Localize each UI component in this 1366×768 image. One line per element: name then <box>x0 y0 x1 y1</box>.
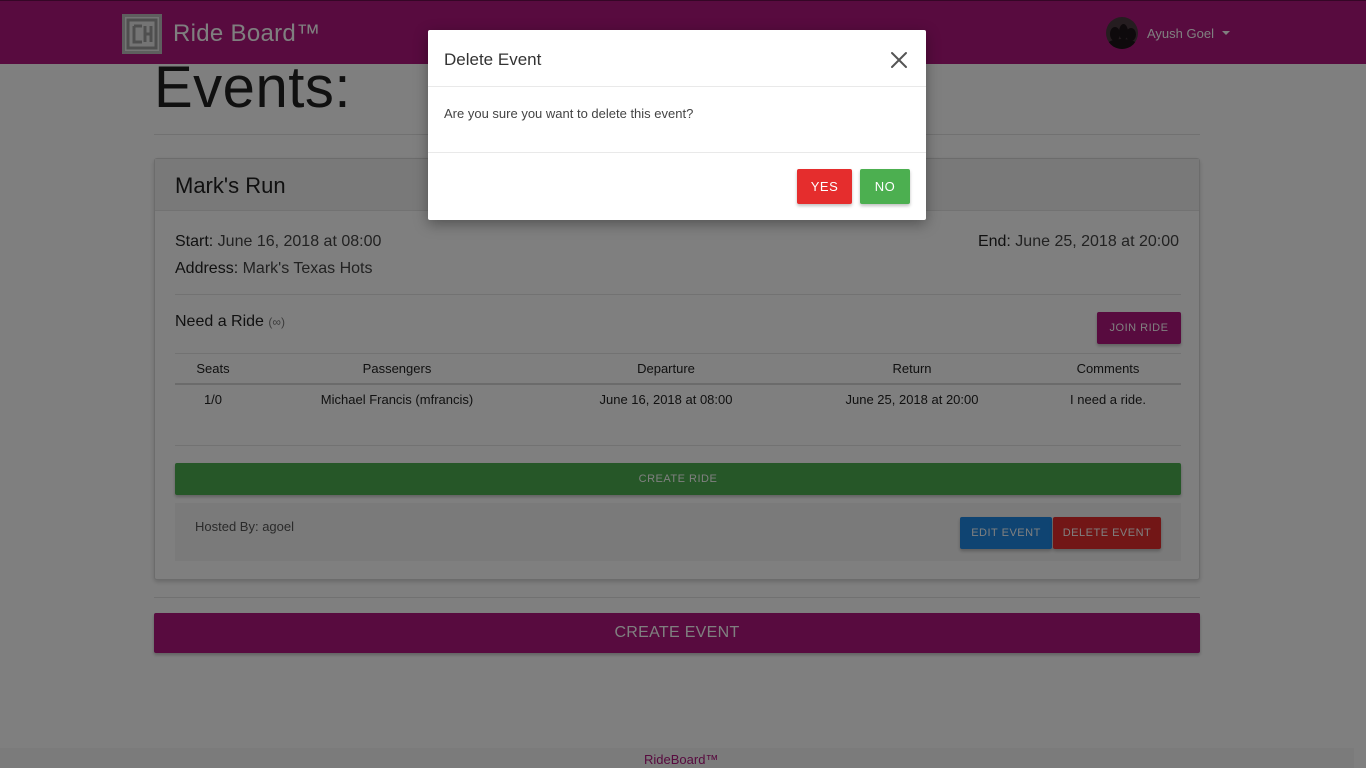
yes-button[interactable]: YES <box>797 169 852 204</box>
modal-header: Delete Event <box>428 30 926 87</box>
modal-title: Delete Event <box>444 50 542 69</box>
no-button[interactable]: NO <box>860 169 910 204</box>
delete-event-modal: Delete Event Are you sure you want to de… <box>428 30 926 220</box>
close-icon[interactable] <box>890 51 908 69</box>
modal-body: Are you sure you want to delete this eve… <box>444 106 694 121</box>
modal-footer-divider <box>428 152 926 153</box>
